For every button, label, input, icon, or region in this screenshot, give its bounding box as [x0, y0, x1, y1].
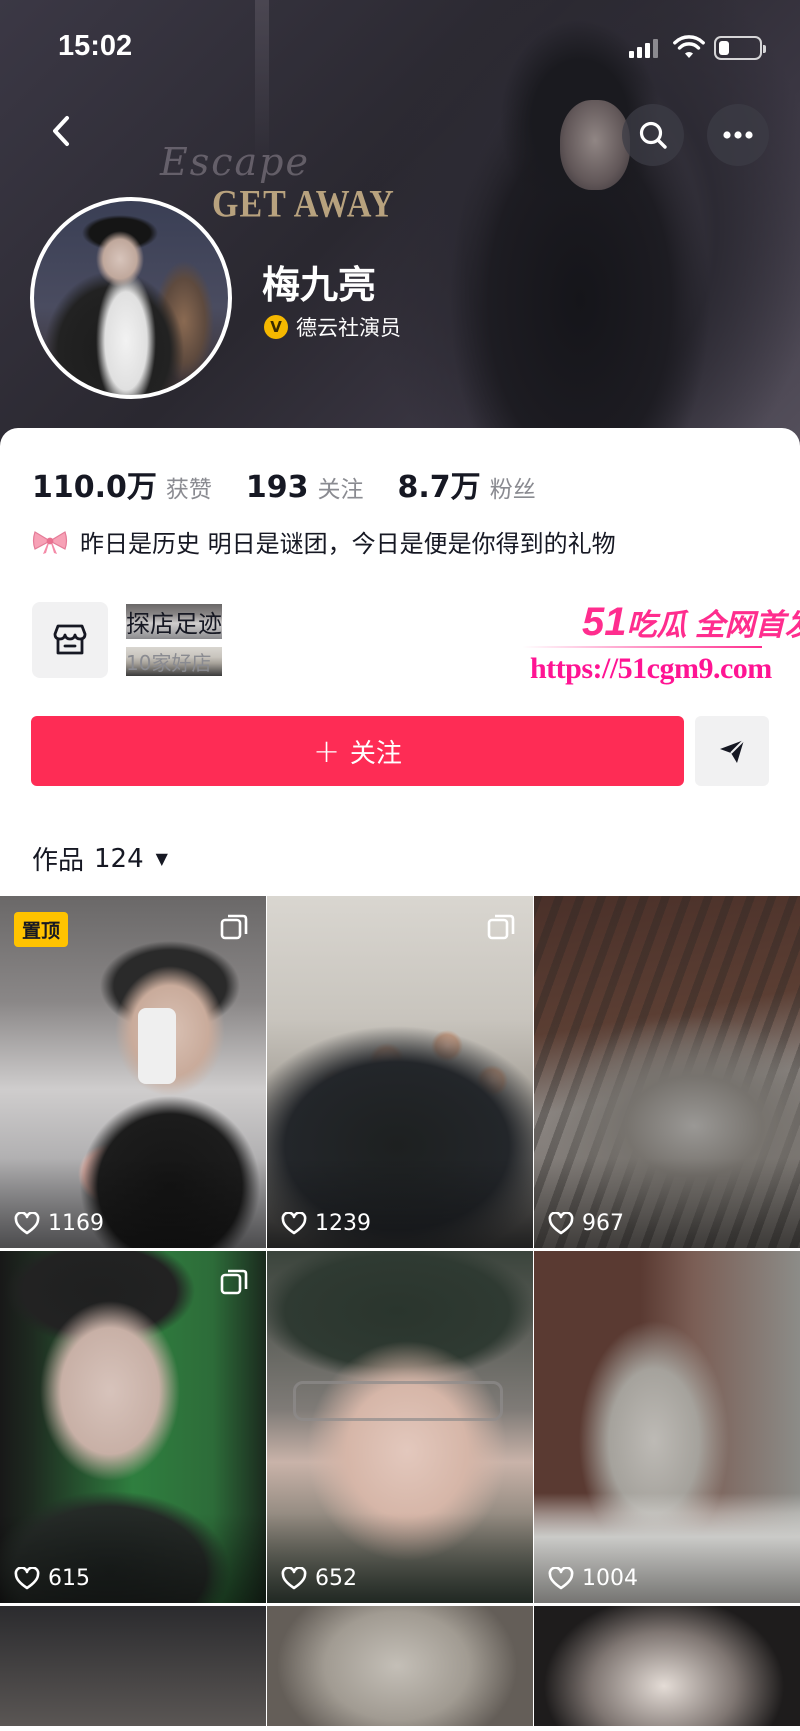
watermark-slogan: 吃瓜 全网首发	[626, 609, 800, 642]
verified-label: 德云社演员	[296, 316, 401, 340]
store-title: 探店足迹	[126, 604, 222, 639]
watermark-url: https://51cgm9.com	[530, 652, 772, 685]
stat-following-label: 关注	[317, 477, 364, 503]
tile-likes-count: 1169	[48, 1211, 104, 1236]
follow-label: 关注	[349, 738, 402, 769]
tile-likes-count: 652	[315, 1566, 357, 1591]
follow-button[interactable]: + 关注	[31, 716, 684, 786]
heart-icon	[281, 1566, 307, 1589]
multi-image-icon	[487, 914, 515, 940]
heart-icon	[281, 1211, 307, 1234]
tile-likes: 967	[548, 1211, 624, 1236]
verified-row: V 德云社演员	[264, 312, 401, 342]
multi-image-icon	[220, 914, 248, 940]
video-tile[interactable]: 652	[267, 1251, 533, 1603]
cover-text-getaway: GET AWAY	[212, 183, 395, 226]
tile-likes-count: 1239	[315, 1211, 371, 1236]
watermark-51: 51	[582, 600, 627, 644]
profile-card: 110.0万 获赞 193 关注 8.7万 粉丝 昨日是历史 明日是谜团，今日是…	[0, 428, 800, 1731]
stat-following-value: 193	[245, 470, 309, 505]
tile-likes: 652	[281, 1566, 357, 1591]
tile-likes-count: 967	[582, 1211, 624, 1236]
share-icon	[720, 739, 745, 763]
status-time: 15:02	[58, 30, 133, 62]
tab-works-label: 作品	[32, 846, 85, 876]
watermark-line1: 51吃瓜 全网首发	[582, 600, 800, 645]
tile-thumb-phone	[138, 1008, 176, 1084]
video-tile[interactable]: 615	[0, 1251, 266, 1603]
wifi-icon	[673, 35, 705, 58]
store-subtitle: 10家好店	[126, 647, 222, 676]
video-tile[interactable]	[267, 1606, 533, 1726]
store-icon-box	[32, 602, 108, 678]
heart-icon	[14, 1211, 40, 1234]
stat-following[interactable]: 193 关注	[246, 470, 364, 505]
heart-icon	[548, 1211, 574, 1234]
stat-followers-label: 粉丝	[489, 477, 536, 503]
share-button[interactable]	[695, 716, 769, 786]
more-button[interactable]	[707, 104, 769, 166]
stat-likes[interactable]: 110.0万 获赞	[32, 462, 212, 506]
pinned-badge: 置顶	[14, 912, 69, 947]
avatar[interactable]	[30, 197, 232, 399]
stat-likes-value: 110.0万	[32, 470, 157, 505]
store-icon	[53, 624, 87, 655]
caret-down-icon: ▼	[155, 849, 168, 868]
tab-works-count: 124	[94, 843, 144, 874]
video-tile[interactable]: 1239	[267, 896, 533, 1248]
heart-icon	[14, 1566, 40, 1589]
search-button[interactable]	[622, 104, 684, 166]
back-button[interactable]	[38, 108, 84, 154]
signal-icon	[629, 38, 658, 58]
bow-emoji-icon	[32, 530, 68, 554]
video-tile[interactable]: 置顶 1169	[0, 896, 266, 1248]
more-icon	[723, 131, 753, 139]
tile-likes: 1239	[281, 1211, 371, 1236]
video-tile[interactable]	[0, 1606, 266, 1726]
stat-followers[interactable]: 8.7万 粉丝	[398, 462, 536, 506]
stat-followers-value: 8.7万	[397, 470, 481, 505]
bio-text: 昨日是历史 明日是谜团，今日是便是你得到的礼物	[80, 530, 616, 558]
verified-icon: V	[264, 315, 288, 339]
stats-row: 110.0万 获赞 193 关注 8.7万 粉丝	[32, 462, 570, 506]
tile-likes: 1169	[14, 1211, 104, 1236]
profile-name: 梅九亮	[262, 263, 377, 307]
watermark: 51吃瓜 全网首发 https://51cgm9.com	[522, 594, 800, 694]
tab-works[interactable]: 作品 124 ▼	[32, 840, 168, 877]
works-grid: 置顶 1169 1239 967 615 652 1004	[0, 896, 800, 1726]
video-tile[interactable]	[534, 1606, 800, 1726]
heart-icon	[548, 1566, 574, 1589]
watermark-divider	[522, 646, 762, 648]
cover-face	[560, 100, 630, 190]
video-tile[interactable]: 1004	[534, 1251, 800, 1603]
stat-likes-label: 获赞	[165, 477, 212, 503]
video-tile[interactable]: 967	[534, 896, 800, 1248]
tile-likes-count: 1004	[582, 1566, 638, 1591]
battery-icon	[714, 36, 766, 60]
plus-icon: +	[313, 732, 340, 770]
tile-likes: 615	[14, 1566, 90, 1591]
status-bar: 15:02	[0, 0, 800, 90]
multi-image-icon	[220, 1269, 248, 1295]
cover-text-escape: Escape	[160, 140, 310, 184]
search-icon	[639, 121, 667, 149]
store-entry[interactable]: 探店足迹 10家好店	[32, 602, 222, 678]
bio: 昨日是历史 明日是谜团，今日是便是你得到的礼物	[32, 524, 616, 559]
tile-likes: 1004	[548, 1566, 638, 1591]
back-icon	[53, 116, 69, 146]
tile-likes-count: 615	[48, 1566, 90, 1591]
tile-thumb-glasses	[293, 1381, 503, 1421]
